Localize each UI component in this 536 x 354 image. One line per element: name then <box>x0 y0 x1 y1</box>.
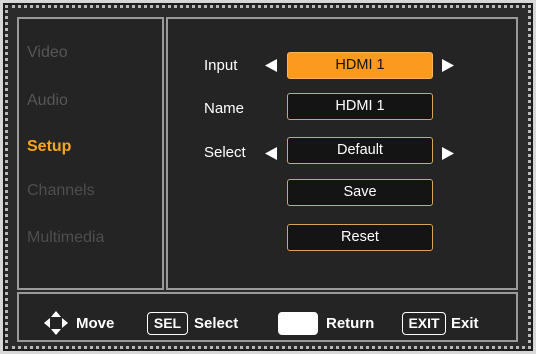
sidebar-item-multimedia[interactable]: Multimedia <box>27 229 104 247</box>
sidebar-item-audio[interactable]: Audio <box>27 92 68 110</box>
sidebar-item-setup[interactable]: Setup <box>27 138 71 156</box>
move-hint-label: Move <box>76 315 115 332</box>
return-hint-label: Return <box>326 315 375 332</box>
arrow-left-icon[interactable] <box>265 147 277 160</box>
select-hint-label: Select <box>194 315 239 332</box>
input-label: Input <box>204 57 238 74</box>
sidebar-item-channels[interactable]: Channels <box>27 182 95 200</box>
arrow-right-icon[interactable] <box>442 147 454 160</box>
select-selector[interactable]: Default <box>287 137 433 164</box>
return-key-icon <box>278 312 318 335</box>
name-field[interactable]: HDMI 1 <box>287 93 433 120</box>
exit-key-badge: EXIT <box>402 312 446 335</box>
sel-key-badge: SEL <box>147 312 188 335</box>
name-label: Name <box>204 100 245 117</box>
save-button[interactable]: Save <box>287 179 433 206</box>
reset-button[interactable]: Reset <box>287 224 433 251</box>
sidebar-item-video[interactable]: Video <box>27 44 68 62</box>
arrow-right-icon[interactable] <box>442 59 454 72</box>
exit-hint-label: Exit <box>451 315 479 332</box>
input-selector[interactable]: HDMI 1 <box>287 52 433 79</box>
arrow-left-icon[interactable] <box>265 59 277 72</box>
select-label: Select <box>204 144 246 161</box>
dpad-move-icon <box>44 311 68 335</box>
